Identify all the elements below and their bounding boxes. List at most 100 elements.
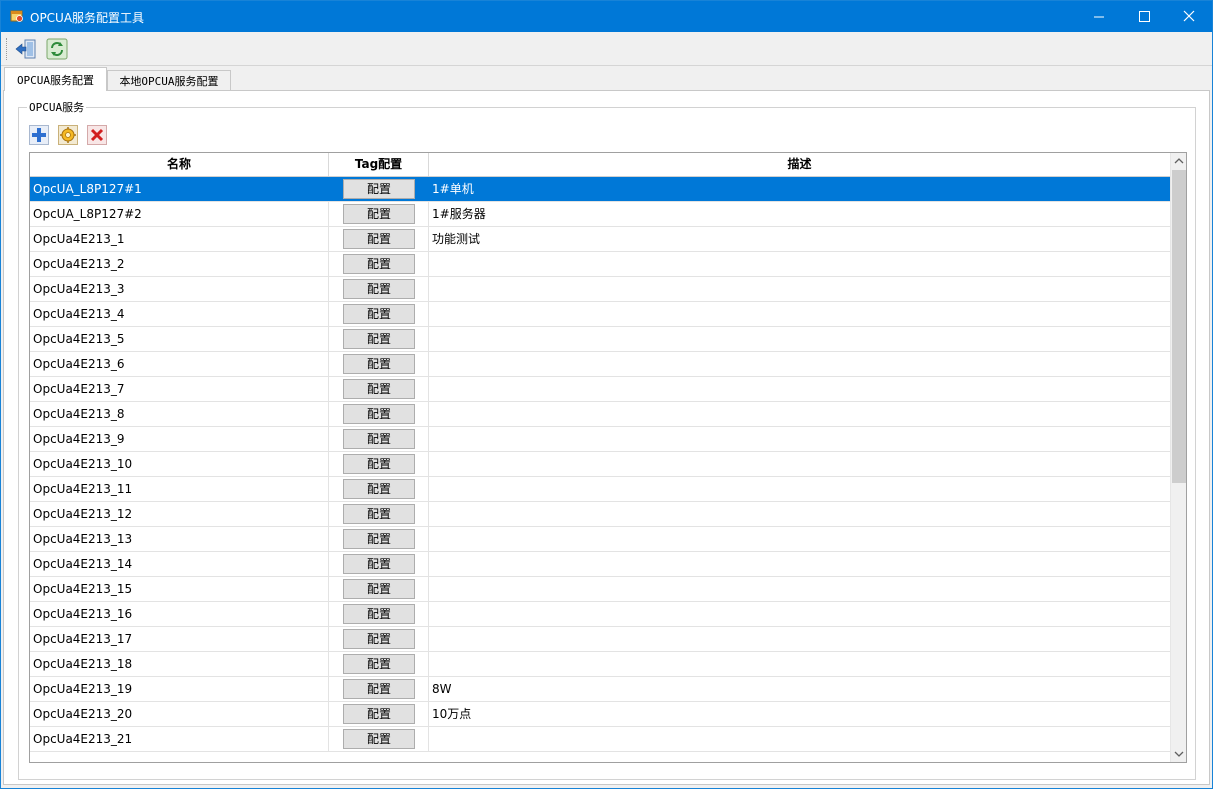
- service-name-cell[interactable]: OpcUA_L8P127#2: [30, 202, 329, 226]
- table-row[interactable]: OpcUa4E213_15 配置: [30, 577, 1170, 602]
- service-name-cell[interactable]: OpcUa4E213_8: [30, 402, 329, 426]
- description-cell[interactable]: [429, 477, 1170, 501]
- description-cell[interactable]: [429, 352, 1170, 376]
- tag-config-button[interactable]: 配置: [343, 554, 415, 574]
- table-row[interactable]: OpcUa4E213_3 配置: [30, 277, 1170, 302]
- service-name-cell[interactable]: OpcUA_L8P127#1: [30, 177, 329, 201]
- description-cell[interactable]: 1#服务器: [429, 202, 1170, 226]
- column-header-name[interactable]: 名称: [30, 153, 329, 176]
- service-name-cell[interactable]: OpcUa4E213_17: [30, 627, 329, 651]
- service-name-cell[interactable]: OpcUa4E213_1: [30, 227, 329, 251]
- refresh-icon[interactable]: [45, 37, 69, 61]
- table-row[interactable]: OpcUa4E213_6 配置: [30, 352, 1170, 377]
- table-row[interactable]: OpcUa4E213_10 配置: [30, 452, 1170, 477]
- description-cell[interactable]: 1#单机: [429, 177, 1170, 201]
- tag-config-button[interactable]: 配置: [343, 179, 415, 199]
- description-cell[interactable]: [429, 327, 1170, 351]
- tag-config-button[interactable]: 配置: [343, 229, 415, 249]
- tag-config-button[interactable]: 配置: [343, 204, 415, 224]
- exit-icon[interactable]: [14, 37, 38, 61]
- service-name-cell[interactable]: OpcUa4E213_5: [30, 327, 329, 351]
- tag-config-button[interactable]: 配置: [343, 529, 415, 549]
- table-row[interactable]: OpcUa4E213_5 配置: [30, 327, 1170, 352]
- service-name-cell[interactable]: OpcUa4E213_3: [30, 277, 329, 301]
- service-name-cell[interactable]: OpcUa4E213_4: [30, 302, 329, 326]
- tag-config-button[interactable]: 配置: [343, 629, 415, 649]
- scrollbar-thumb[interactable]: [1172, 170, 1186, 483]
- table-row[interactable]: OpcUa4E213_13 配置: [30, 527, 1170, 552]
- description-cell[interactable]: [429, 577, 1170, 601]
- service-name-cell[interactable]: OpcUa4E213_16: [30, 602, 329, 626]
- description-cell[interactable]: [429, 627, 1170, 651]
- service-grid[interactable]: 名称 Tag配置 描述 OpcUA_L8P127#1 配置 1#单机 OpcUA_L8…: [29, 152, 1187, 763]
- tag-config-button[interactable]: 配置: [343, 404, 415, 424]
- table-row[interactable]: OpcUa4E213_1 配置 功能测试: [30, 227, 1170, 252]
- tag-config-button[interactable]: 配置: [343, 304, 415, 324]
- tag-config-button[interactable]: 配置: [343, 329, 415, 349]
- tag-config-button[interactable]: 配置: [343, 604, 415, 624]
- tag-config-button[interactable]: 配置: [343, 379, 415, 399]
- service-name-cell[interactable]: OpcUa4E213_19: [30, 677, 329, 701]
- tag-config-button[interactable]: 配置: [343, 479, 415, 499]
- service-name-cell[interactable]: OpcUa4E213_13: [30, 527, 329, 551]
- scroll-down-icon[interactable]: [1171, 745, 1187, 762]
- service-name-cell[interactable]: OpcUa4E213_18: [30, 652, 329, 676]
- tag-config-button[interactable]: 配置: [343, 279, 415, 299]
- minimize-button[interactable]: [1076, 1, 1122, 32]
- table-row[interactable]: OpcUa4E213_2 配置: [30, 252, 1170, 277]
- service-name-cell[interactable]: OpcUa4E213_15: [30, 577, 329, 601]
- tag-config-button[interactable]: 配置: [343, 504, 415, 524]
- service-name-cell[interactable]: OpcUa4E213_2: [30, 252, 329, 276]
- description-cell[interactable]: 8W: [429, 677, 1170, 701]
- table-row[interactable]: OpcUa4E213_21 配置: [30, 727, 1170, 752]
- service-name-cell[interactable]: OpcUa4E213_7: [30, 377, 329, 401]
- service-name-cell[interactable]: OpcUa4E213_10: [30, 452, 329, 476]
- description-cell[interactable]: [429, 377, 1170, 401]
- table-row[interactable]: OpcUa4E213_11 配置: [30, 477, 1170, 502]
- scroll-up-icon[interactable]: [1171, 153, 1187, 170]
- description-cell[interactable]: [429, 602, 1170, 626]
- table-row[interactable]: OpcUa4E213_20 配置 10万点: [30, 702, 1170, 727]
- description-cell[interactable]: [429, 252, 1170, 276]
- description-cell[interactable]: [429, 427, 1170, 451]
- description-cell[interactable]: 10万点: [429, 702, 1170, 726]
- table-row[interactable]: OpcUa4E213_19 配置 8W: [30, 677, 1170, 702]
- maximize-button[interactable]: [1121, 1, 1167, 32]
- table-row[interactable]: OpcUa4E213_16 配置: [30, 602, 1170, 627]
- service-name-cell[interactable]: OpcUa4E213_14: [30, 552, 329, 576]
- gear-icon[interactable]: [58, 125, 78, 145]
- add-icon[interactable]: [29, 125, 49, 145]
- service-name-cell[interactable]: OpcUa4E213_11: [30, 477, 329, 501]
- table-row[interactable]: OpcUa4E213_14 配置: [30, 552, 1170, 577]
- title-bar[interactable]: OPCUA服务配置工具: [1, 1, 1212, 32]
- description-cell[interactable]: [429, 402, 1170, 426]
- table-row[interactable]: OpcUa4E213_9 配置: [30, 427, 1170, 452]
- tag-config-button[interactable]: 配置: [343, 579, 415, 599]
- tag-config-button[interactable]: 配置: [343, 429, 415, 449]
- description-cell[interactable]: [429, 302, 1170, 326]
- column-header-description[interactable]: 描述: [429, 153, 1170, 176]
- description-cell[interactable]: [429, 727, 1170, 751]
- service-name-cell[interactable]: OpcUa4E213_12: [30, 502, 329, 526]
- service-name-cell[interactable]: OpcUa4E213_20: [30, 702, 329, 726]
- tag-config-button[interactable]: 配置: [343, 354, 415, 374]
- description-cell[interactable]: [429, 552, 1170, 576]
- table-row[interactable]: OpcUa4E213_7 配置: [30, 377, 1170, 402]
- tab-local-opcua-service-config[interactable]: 本地OPCUA服务配置: [107, 70, 231, 90]
- table-row[interactable]: OpcUa4E213_18 配置: [30, 652, 1170, 677]
- description-cell[interactable]: [429, 277, 1170, 301]
- tag-config-button[interactable]: 配置: [343, 454, 415, 474]
- toolbar-grip[interactable]: [6, 38, 8, 60]
- tag-config-button[interactable]: 配置: [343, 654, 415, 674]
- tab-opcua-service-config[interactable]: OPCUA服务配置: [4, 67, 107, 91]
- service-name-cell[interactable]: OpcUa4E213_6: [30, 352, 329, 376]
- table-row[interactable]: OpcUA_L8P127#1 配置 1#单机: [30, 177, 1170, 202]
- delete-icon[interactable]: [87, 125, 107, 145]
- service-name-cell[interactable]: OpcUa4E213_21: [30, 727, 329, 751]
- tag-config-button[interactable]: 配置: [343, 729, 415, 749]
- table-row[interactable]: OpcUa4E213_12 配置: [30, 502, 1170, 527]
- tag-config-button[interactable]: 配置: [343, 679, 415, 699]
- description-cell[interactable]: 功能测试: [429, 227, 1170, 251]
- table-row[interactable]: OpcUA_L8P127#2 配置 1#服务器: [30, 202, 1170, 227]
- table-row[interactable]: OpcUa4E213_17 配置: [30, 627, 1170, 652]
